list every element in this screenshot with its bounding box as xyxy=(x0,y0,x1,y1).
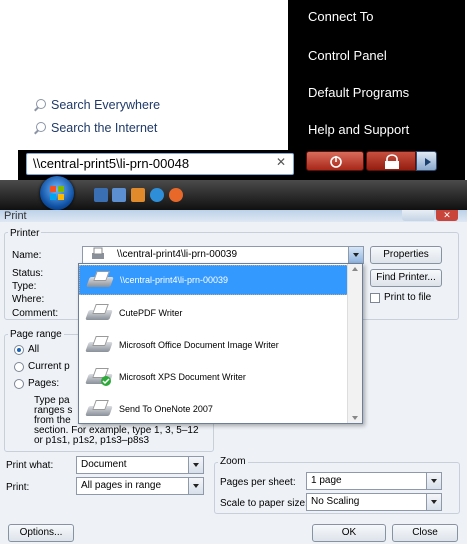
clear-search-icon[interactable]: ✕ xyxy=(276,155,286,169)
find-printer-button[interactable]: Find Printer... xyxy=(370,269,442,287)
switch-windows-icon[interactable] xyxy=(112,188,126,202)
scroll-arrows-icon xyxy=(352,267,358,420)
scale-select[interactable]: No Scaling xyxy=(306,493,442,511)
printer-option[interactable]: Microsoft Office Document Image Writer xyxy=(79,330,349,360)
chevron-down-icon[interactable] xyxy=(426,494,441,510)
power-icon xyxy=(330,156,342,168)
windows-logo-icon xyxy=(50,186,64,200)
network-printer-icon xyxy=(86,271,114,289)
options-button[interactable]: Options... xyxy=(8,524,74,542)
range-help-line-5: or p1s1, p1s2, p1s3–p8s3 xyxy=(34,435,150,446)
shutdown-options-button[interactable] xyxy=(416,151,437,171)
comment-label: Comment: xyxy=(12,308,59,319)
chevron-down-icon[interactable] xyxy=(348,247,363,263)
ok-button[interactable]: OK xyxy=(312,524,386,542)
print-to-file-checkbox[interactable] xyxy=(370,293,380,303)
printer-name-select[interactable]: \\central-print4\li-prn-00039 xyxy=(82,246,364,264)
lock-button[interactable] xyxy=(366,151,416,171)
control-panel-link[interactable]: Control Panel xyxy=(308,48,387,63)
connect-to-link[interactable]: Connect To xyxy=(308,9,374,24)
search-internet-link[interactable]: Search the Internet xyxy=(34,118,157,138)
range-current-label: Current p xyxy=(28,361,70,372)
range-all-label: All xyxy=(28,344,40,355)
power-controls xyxy=(306,151,437,173)
printer-icon xyxy=(85,336,113,354)
power-button[interactable] xyxy=(306,151,364,171)
range-pages-radio[interactable] xyxy=(14,379,24,389)
properties-button[interactable]: Properties xyxy=(370,246,442,264)
scale-label: Scale to paper size: xyxy=(220,498,308,509)
outlook-icon[interactable] xyxy=(131,188,145,202)
default-printer-icon xyxy=(85,368,113,386)
dialog-title: Print xyxy=(4,210,27,222)
range-pages-label: Pages: xyxy=(28,378,60,389)
chevron-down-icon[interactable] xyxy=(426,473,441,489)
chevron-down-icon[interactable] xyxy=(188,457,203,473)
arrow-right-icon xyxy=(425,158,431,166)
printer-icon xyxy=(85,400,113,418)
show-desktop-icon[interactable] xyxy=(94,188,108,202)
dropdown-scrollbar[interactable] xyxy=(347,264,362,423)
range-all-radio[interactable] xyxy=(14,345,24,355)
status-label: Status: xyxy=(12,268,44,279)
print-what-label: Print what: xyxy=(6,460,54,471)
zoom-label: Zoom xyxy=(218,456,248,467)
close-button[interactable]: Close xyxy=(392,524,458,542)
pages-per-sheet-select[interactable]: 1 page xyxy=(306,472,442,490)
where-label: Where: xyxy=(12,294,45,305)
print-to-file-label: Print to file xyxy=(384,292,432,303)
printer-option[interactable]: \\central-print4\li-prn-00039 xyxy=(79,265,349,295)
start-menu-right-pane: Connect To Control Panel Default Program… xyxy=(298,0,465,150)
start-button[interactable] xyxy=(40,176,74,210)
printer-dropdown-list: \\central-print4\li-prn-00039 CutePDF Wr… xyxy=(78,263,363,424)
internet-explorer-icon[interactable] xyxy=(150,188,164,202)
printer-option[interactable]: Microsoft XPS Document Writer xyxy=(79,362,349,392)
printer-icon xyxy=(85,304,113,322)
search-icon xyxy=(34,99,46,111)
search-everywhere-link[interactable]: Search Everywhere xyxy=(34,95,160,115)
window-controls[interactable] xyxy=(402,210,434,221)
printer-group-label: Printer xyxy=(8,228,42,239)
printer-option[interactable]: Send To OneNote 2007 xyxy=(79,394,349,424)
help-support-link[interactable]: Help and Support xyxy=(308,122,409,137)
print-what-select[interactable]: Document xyxy=(76,456,204,474)
type-label: Type: xyxy=(12,281,37,292)
name-label: Name: xyxy=(12,250,42,261)
start-search-input[interactable]: \\central-print5\li-prn-00048 xyxy=(26,153,294,175)
chevron-down-icon[interactable] xyxy=(188,478,203,494)
page-range-label: Page range xyxy=(8,329,64,340)
range-current-radio[interactable] xyxy=(14,362,24,372)
firefox-icon[interactable] xyxy=(169,188,183,202)
pages-per-sheet-label: Pages per sheet: xyxy=(220,477,296,488)
printer-option[interactable]: CutePDF Writer xyxy=(79,298,349,328)
print-label: Print: xyxy=(6,482,30,493)
lock-icon xyxy=(385,154,399,169)
close-window-button[interactable]: ✕ xyxy=(436,210,458,221)
default-programs-link[interactable]: Default Programs xyxy=(308,85,409,100)
print-select[interactable]: All pages in range xyxy=(76,477,204,495)
search-icon xyxy=(34,122,46,134)
dialog-titlebar xyxy=(0,210,467,222)
